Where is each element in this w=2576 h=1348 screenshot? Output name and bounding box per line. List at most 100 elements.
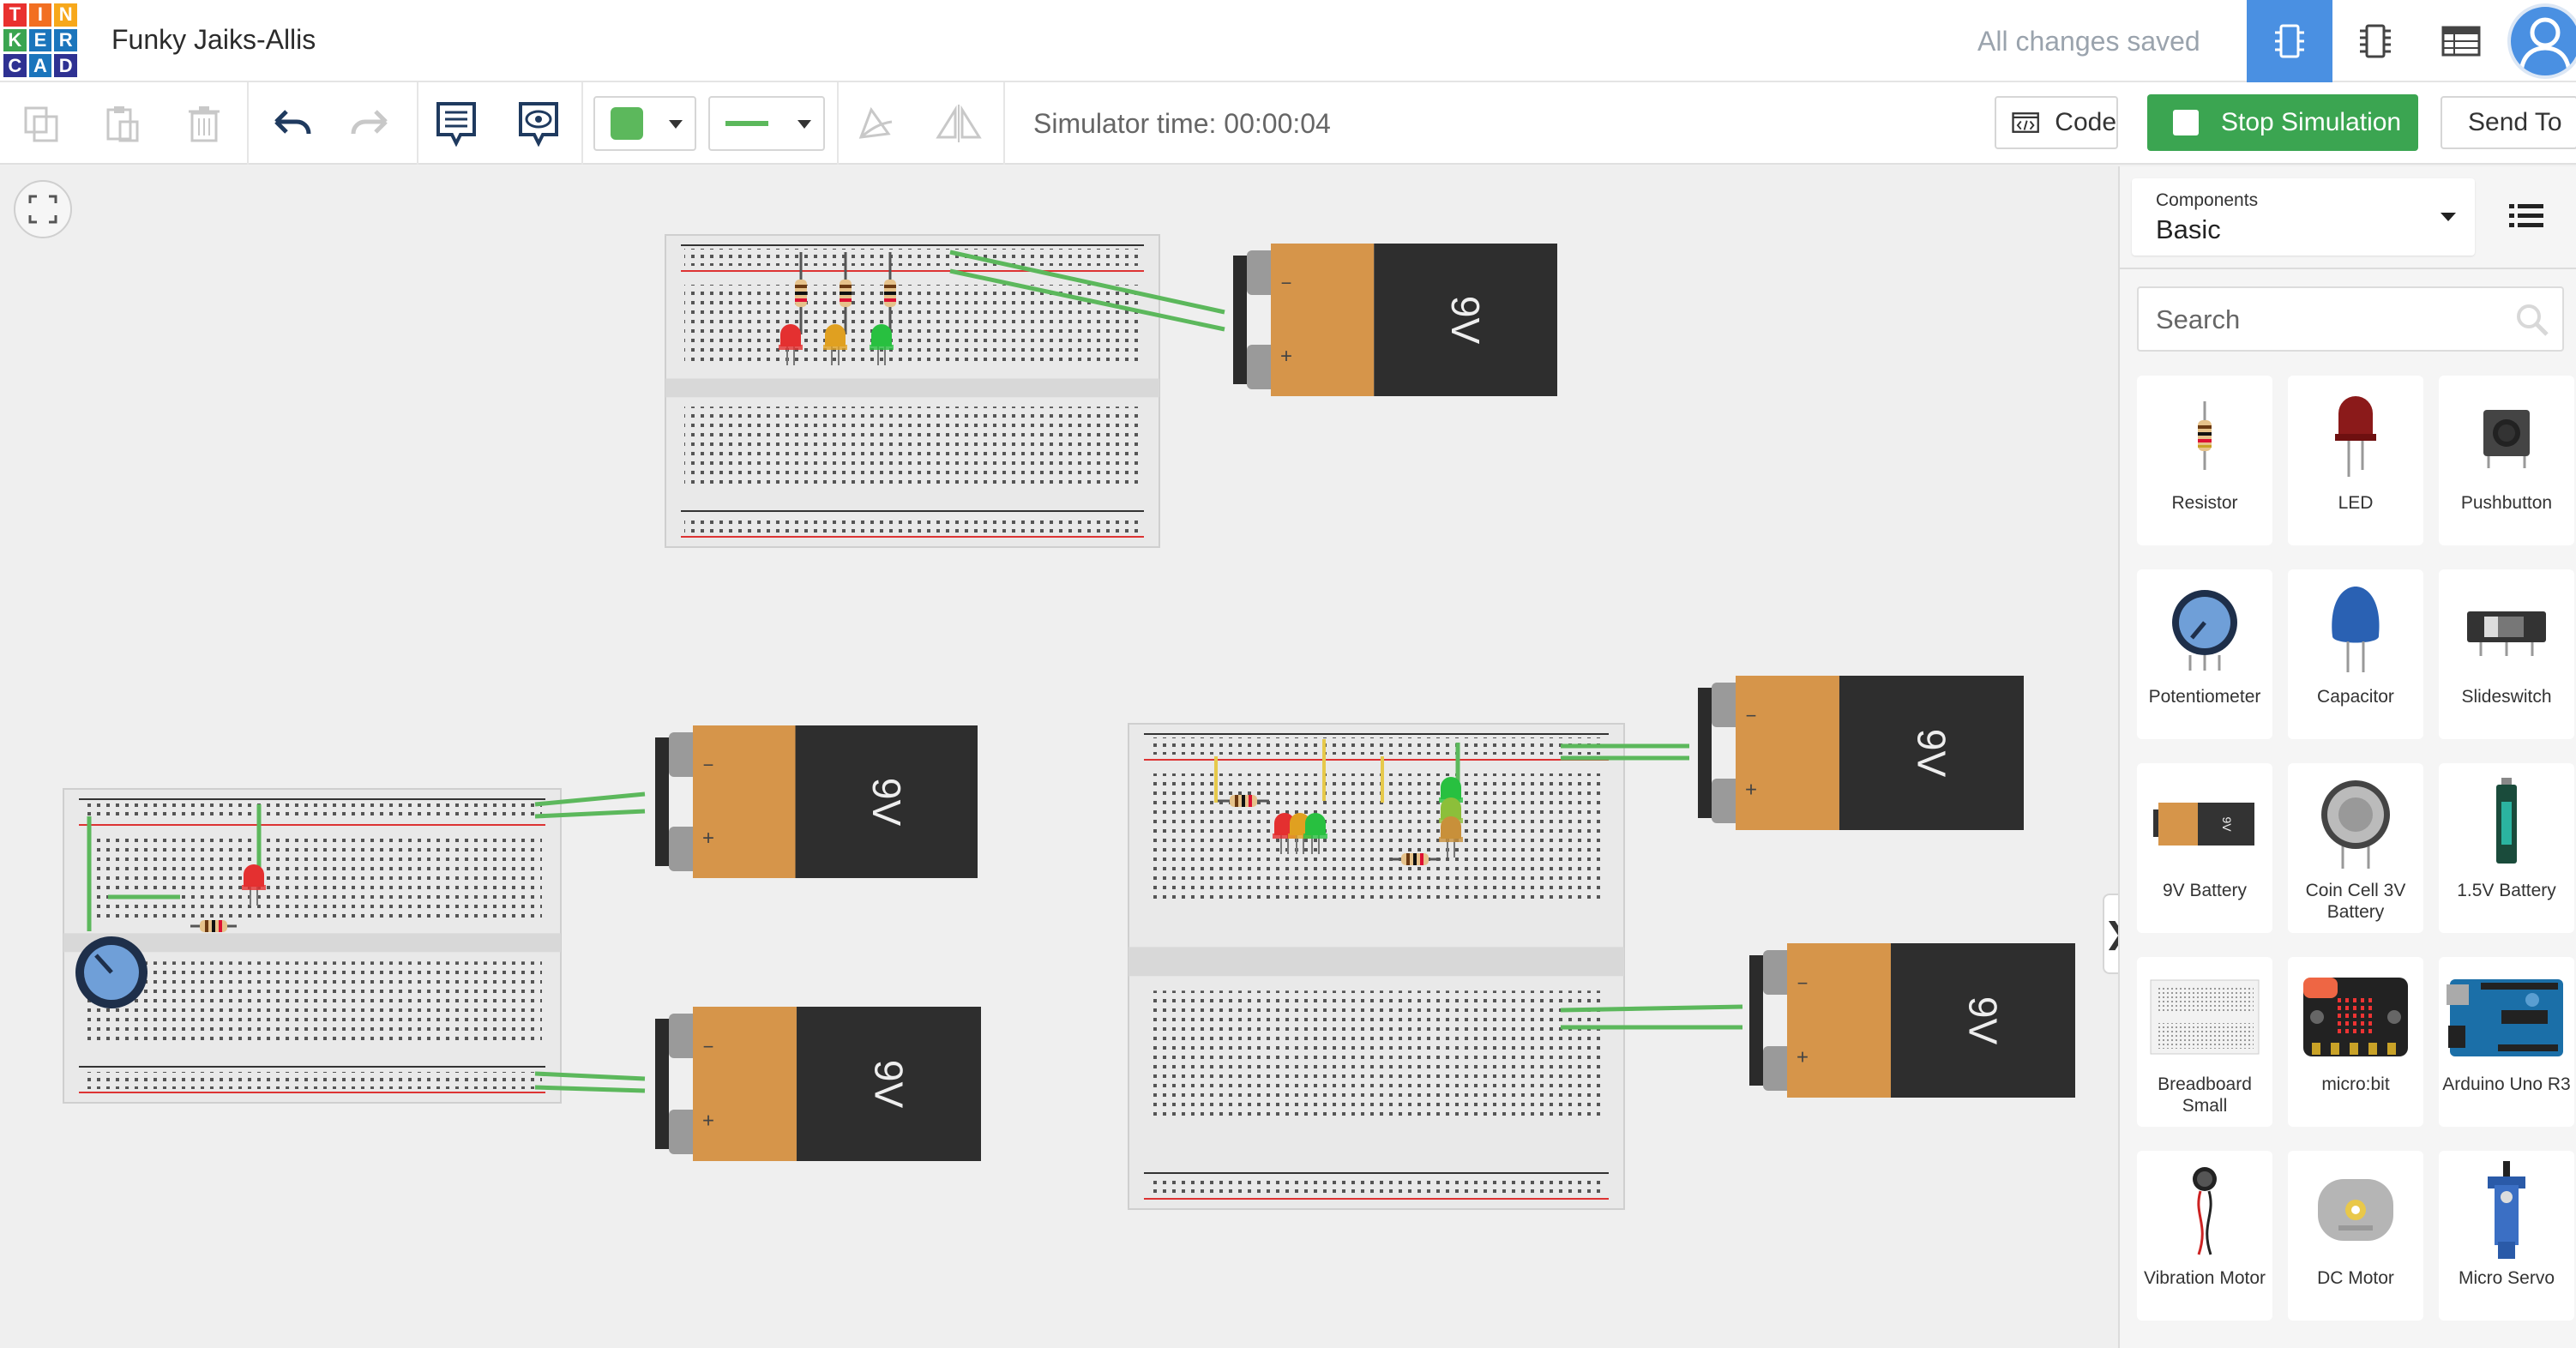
- component-card-battery-9v[interactable]: 9V 9V Battery: [2137, 763, 2272, 933]
- wire-color-dropdown[interactable]: [593, 96, 696, 151]
- center-channel: [665, 378, 1159, 398]
- battery-plus-label: +: [1745, 778, 1757, 801]
- component-card-vibration-motor[interactable]: Vibration Motor: [2137, 1151, 2272, 1321]
- component-card-capacitor[interactable]: Capacitor: [2288, 569, 2423, 739]
- battery-plus-label: +: [702, 1109, 714, 1132]
- redo-icon: [351, 110, 388, 135]
- rotate-icon: [858, 106, 893, 139]
- notes-icon: [436, 102, 476, 147]
- battery-clip: [655, 1019, 669, 1149]
- breadboard[interactable]: [1128, 723, 1625, 1210]
- flip-button[interactable]: [931, 96, 986, 151]
- battery-9v[interactable]: − +9V: [655, 725, 978, 878]
- chip-icon: [2360, 24, 2391, 58]
- battery-9v-label: 9V: [866, 1060, 911, 1109]
- component-label: Breadboard Small: [2158, 1074, 2252, 1116]
- led-base: [1439, 837, 1463, 842]
- battery-9v[interactable]: − +9V: [1749, 943, 2075, 1098]
- copy-button[interactable]: [14, 96, 69, 151]
- battery-9v-label: 9V: [864, 778, 909, 827]
- components-category-select[interactable]: Components Basic: [2132, 178, 2475, 256]
- led-base: [823, 345, 847, 350]
- battery-plus-label: +: [702, 827, 714, 850]
- led-base: [779, 345, 803, 350]
- paste-icon: [106, 106, 139, 142]
- search-icon[interactable]: [2514, 302, 2550, 338]
- component-card-breadboard[interactable]: Breadboard Small: [2137, 957, 2272, 1127]
- battery-9v-icon: 9V: [2137, 779, 2272, 868]
- component-card-resistor[interactable]: Resistor: [2137, 376, 2272, 545]
- battery-9v[interactable]: − +9V: [655, 1007, 981, 1161]
- component-label: Vibration Motor: [2143, 1268, 2266, 1288]
- battery-aa-icon: [2439, 778, 2574, 868]
- redo-button[interactable]: [343, 96, 398, 151]
- paste-button[interactable]: [94, 96, 149, 151]
- led: [1441, 777, 1461, 799]
- micro-servo-icon: [2439, 1161, 2574, 1259]
- battery-9v-label: 9V: [1960, 996, 2005, 1045]
- notes-button[interactable]: [429, 96, 484, 151]
- battery-9v[interactable]: − +9V: [1698, 676, 2024, 830]
- breadboard[interactable]: [63, 788, 562, 1104]
- component-label: Potentiometer: [2148, 687, 2261, 707]
- svg-text:9V: 9V: [2220, 816, 2234, 832]
- toolbar-separator: [417, 82, 418, 165]
- resistor-band: [1242, 795, 1245, 807]
- schematic-view-button[interactable]: [2332, 0, 2418, 82]
- resistor-band: [219, 920, 222, 932]
- battery-copper-top: [1736, 676, 1839, 830]
- battery-minus-label: −: [1746, 705, 1757, 726]
- resistor-band: [795, 285, 807, 288]
- wire-type-dropdown[interactable]: [708, 96, 825, 151]
- toggle-notes-visibility-button[interactable]: [511, 96, 566, 151]
- battery-plus-label: +: [1280, 345, 1292, 368]
- resistor-band: [1420, 853, 1423, 865]
- resistor-band: [1249, 795, 1252, 807]
- chevron-down-icon: [669, 120, 683, 129]
- user-avatar[interactable]: [2507, 3, 2576, 79]
- microbit-icon: [2288, 972, 2423, 1062]
- rotate-button[interactable]: [847, 96, 902, 151]
- battery-copper-top: [1787, 943, 1891, 1098]
- led: [1441, 816, 1461, 839]
- component-card-coin-cell[interactable]: Coin Cell 3V Battery: [2288, 763, 2423, 933]
- component-card-arduino[interactable]: Arduino Uno R3: [2439, 957, 2574, 1127]
- circuit-canvas[interactable]: − +9V − +9V − +9V − +9V − +9V ❯: [0, 166, 2128, 1348]
- battery-9v[interactable]: − +9V: [1233, 244, 1557, 396]
- wire-type-icon: [725, 121, 768, 126]
- terminal-holes: [82, 961, 542, 1044]
- toolbar-separator: [1003, 82, 1005, 165]
- rail-holes: [82, 803, 542, 820]
- component-card-microbit[interactable]: micro:bit: [2288, 957, 2423, 1127]
- led: [825, 324, 846, 346]
- logo-letter: A: [28, 54, 52, 77]
- component-card-potentiometer[interactable]: Potentiometer: [2137, 569, 2272, 739]
- send-to-button[interactable]: Send To: [2441, 96, 2576, 149]
- flip-icon: [936, 105, 982, 142]
- undo-button[interactable]: [264, 96, 319, 151]
- component-card-micro-servo[interactable]: Micro Servo: [2439, 1151, 2574, 1321]
- component-card-battery-aa[interactable]: 1.5V Battery: [2439, 763, 2574, 933]
- top-header: TIN KER CAD Funky Jaiks-Allis All changes …: [0, 0, 2576, 82]
- component-card-slideswitch[interactable]: Slideswitch: [2439, 569, 2574, 739]
- search-input[interactable]: [2156, 304, 2499, 336]
- led: [244, 864, 264, 887]
- code-button[interactable]: Code: [1995, 96, 2118, 149]
- stop-simulation-button[interactable]: Stop Simulation: [2147, 94, 2418, 151]
- component-list-button[interactable]: [2418, 0, 2504, 82]
- project-title[interactable]: Funky Jaiks-Allis: [111, 24, 316, 56]
- delete-button[interactable]: [177, 96, 232, 151]
- component-label: Resistor: [2171, 493, 2238, 513]
- battery-minus-label: −: [703, 1036, 714, 1057]
- circuit-drawing[interactable]: − +9V − +9V − +9V − +9V − +9V: [0, 166, 2118, 1348]
- component-card-pushbutton[interactable]: Pushbutton: [2439, 376, 2574, 545]
- battery-copper-top: [1271, 244, 1375, 396]
- component-card-dc-motor[interactable]: DC Motor: [2288, 1151, 2423, 1321]
- component-card-led[interactable]: LED: [2288, 376, 2423, 545]
- battery-copper-top: [693, 1007, 797, 1161]
- tinkercad-logo[interactable]: TIN KER CAD: [3, 3, 77, 77]
- battery-minus-label: −: [1281, 272, 1292, 293]
- pushbutton-icon: [2439, 391, 2574, 480]
- list-view-button[interactable]: [2507, 201, 2550, 238]
- circuit-view-button[interactable]: [2247, 0, 2332, 82]
